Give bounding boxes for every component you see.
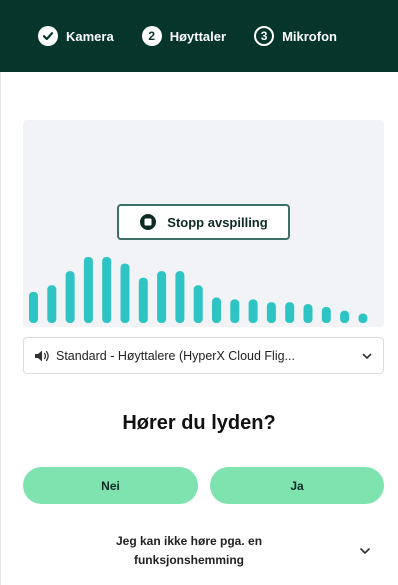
visualizer-bar <box>321 306 331 323</box>
step-number-badge: 3 <box>254 26 275 46</box>
speaker-select[interactable]: Standard - Høyttalere (HyperX Cloud Flig… <box>23 337 384 374</box>
speaker-icon <box>35 350 49 361</box>
speaker-select-value: Standard - Høyttalere (HyperX Cloud Flig… <box>56 348 295 363</box>
step-kamera: Kamera <box>38 26 114 46</box>
visualizer-bar <box>65 271 75 323</box>
visualizer-bar <box>29 291 38 323</box>
progress-steps: Kamera 2 Høyttaler 3 Mikrofon <box>0 0 398 72</box>
yes-button[interactable]: Ja <box>210 467 384 504</box>
visualizer-bar <box>47 285 57 323</box>
panel-border <box>0 72 1 585</box>
disability-line-2: funksjonshemming <box>133 553 244 567</box>
visualizer-bar <box>138 277 148 323</box>
stop-playback-label: Stopp avspilling <box>167 214 268 230</box>
question-heading: Hører du lyden? <box>122 412 276 434</box>
visualizer-bar <box>285 302 295 323</box>
check-icon <box>38 26 58 46</box>
visualizer-bar <box>248 299 258 323</box>
step-number-badge: 2 <box>141 26 162 46</box>
disability-line-1: Jeg kan ikke høre pga. en <box>115 534 263 548</box>
stop-icon <box>140 214 157 230</box>
visualizer-bar <box>340 310 350 323</box>
visualizer-bar <box>120 263 130 323</box>
step-label: Mikrofon <box>282 28 337 44</box>
visualizer-bar <box>175 271 185 323</box>
stop-playback-button[interactable]: Stopp avspilling <box>117 204 290 240</box>
visualizer-bar <box>303 304 313 323</box>
visualizer-bar <box>83 257 93 323</box>
visualizer-bar <box>212 297 221 323</box>
visualizer-bar <box>157 271 167 323</box>
step-hoyttaler: 2 Høyttaler <box>141 26 227 46</box>
step-mikrofon: 3 Mikrofon <box>254 26 337 46</box>
chevron-down-icon <box>362 353 372 359</box>
visualizer-bar <box>102 257 112 323</box>
chevron-down-icon <box>360 548 370 554</box>
step-label: Høyttaler <box>169 28 227 44</box>
disability-text: Jeg kan ikke høre pga. en funksjonshemmi… <box>73 532 305 570</box>
visualizer-bar <box>266 302 276 323</box>
disability-expander[interactable]: Jeg kan ikke høre pga. en funksjonshemmi… <box>23 528 384 576</box>
no-button[interactable]: Nei <box>23 467 198 504</box>
visualizer-bar <box>230 299 240 323</box>
audio-player: Stopp avspilling <box>23 120 384 327</box>
step-label: Kamera <box>66 28 114 44</box>
visualizer-bar <box>358 313 368 323</box>
visualizer-bar <box>193 285 203 323</box>
